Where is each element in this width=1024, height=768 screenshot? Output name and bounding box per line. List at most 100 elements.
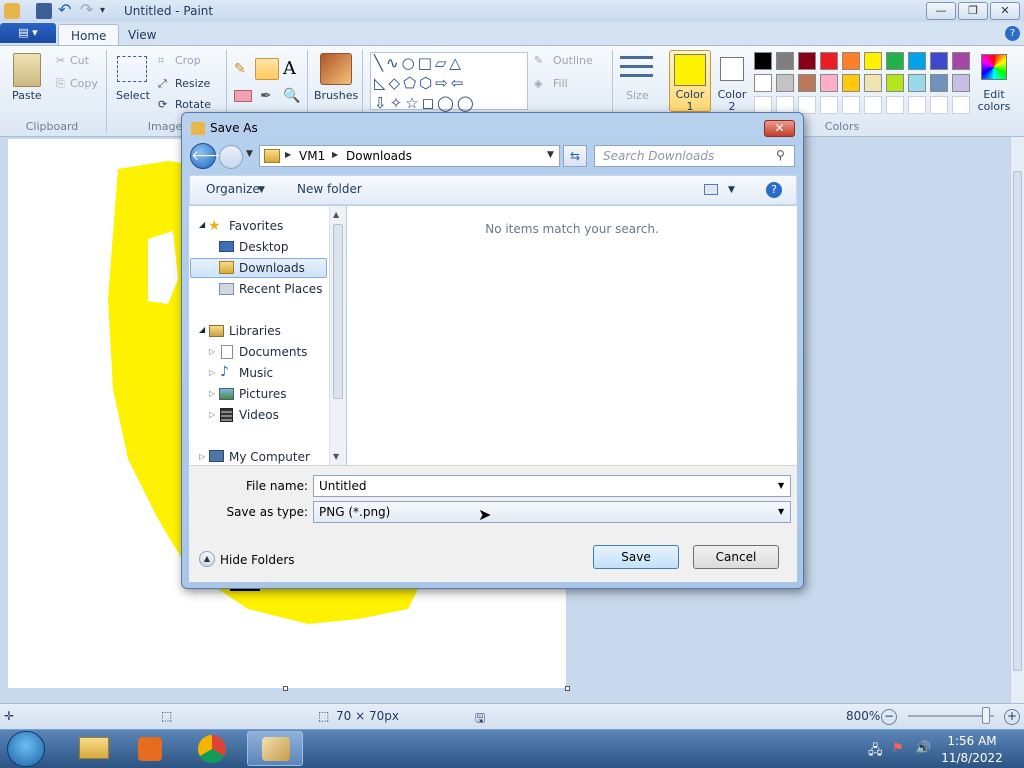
expand-pictures-icon[interactable]: ▷ bbox=[209, 389, 215, 398]
save-button[interactable]: Save bbox=[593, 545, 679, 569]
palette-swatch[interactable] bbox=[908, 52, 926, 70]
text-tool-icon[interactable]: A bbox=[283, 58, 296, 79]
select-button[interactable]: Select bbox=[116, 89, 150, 102]
expand-videos-icon[interactable]: ▷ bbox=[209, 410, 215, 419]
nav-favorites[interactable]: Favorites bbox=[229, 219, 283, 233]
zoom-in-button[interactable]: + bbox=[1004, 709, 1020, 725]
palette-swatch[interactable] bbox=[952, 74, 970, 92]
taskbar-chrome[interactable] bbox=[186, 731, 238, 766]
network-icon[interactable]: 🖧 bbox=[868, 741, 883, 763]
palette-swatch[interactable] bbox=[930, 52, 948, 70]
pencil-icon[interactable]: ✎ bbox=[234, 61, 252, 77]
nav-documents[interactable]: Documents bbox=[239, 345, 307, 359]
save-type-select[interactable]: PNG (*.png) bbox=[313, 501, 791, 523]
forward-button[interactable] bbox=[219, 145, 243, 169]
size-button[interactable]: Size bbox=[626, 89, 649, 102]
breadcrumb-vm1[interactable]: VM1 bbox=[299, 149, 325, 163]
shapes-gallery[interactable]: ╲∿○□▱△ ◺◇⬠⬡⇨⇦ ⇩✧☆◻◯◯ bbox=[370, 52, 528, 112]
select-icon[interactable] bbox=[117, 56, 147, 82]
palette-swatch[interactable] bbox=[820, 52, 838, 70]
minimize-button[interactable]: — bbox=[926, 2, 956, 20]
hide-folders-button[interactable]: Hide Folders bbox=[220, 553, 295, 567]
palette-swatch[interactable] bbox=[798, 96, 816, 114]
nav-pictures[interactable]: Pictures bbox=[239, 387, 287, 401]
cut-button[interactable]: Cut bbox=[70, 54, 89, 67]
nav-videos[interactable]: Videos bbox=[239, 408, 279, 422]
clock-time[interactable]: 1:56 AM bbox=[940, 734, 1004, 748]
taskbar-paint[interactable] bbox=[247, 731, 303, 766]
palette-swatch[interactable] bbox=[908, 96, 926, 114]
search-input[interactable]: Search Downloads bbox=[594, 145, 795, 167]
brushes-button[interactable]: Brushes bbox=[314, 89, 358, 102]
scroll-up-icon[interactable]: ▲ bbox=[333, 210, 339, 219]
expand-favorites-icon[interactable]: ◢ bbox=[199, 220, 205, 229]
resize-handle[interactable] bbox=[283, 686, 288, 691]
palette-swatch[interactable] bbox=[908, 74, 926, 92]
paint-menu-button[interactable]: ▤ ▾ bbox=[0, 23, 56, 43]
palette-swatch[interactable] bbox=[798, 52, 816, 70]
organize-button[interactable]: Organize bbox=[206, 182, 260, 196]
fill-bucket-icon[interactable] bbox=[255, 58, 279, 80]
palette-swatch[interactable] bbox=[820, 74, 838, 92]
navigation-scrollbar[interactable] bbox=[329, 206, 346, 465]
start-button[interactable] bbox=[7, 731, 45, 767]
tab-home[interactable]: Home bbox=[58, 24, 120, 46]
copy-button[interactable]: Copy bbox=[70, 77, 98, 90]
view-dropdown-icon[interactable]: ▼ bbox=[728, 185, 735, 195]
palette-swatch[interactable] bbox=[798, 74, 816, 92]
palette-swatch[interactable] bbox=[842, 52, 860, 70]
nav-desktop[interactable]: Desktop bbox=[239, 240, 289, 254]
file-name-dropdown-icon[interactable]: ▼ bbox=[778, 481, 784, 490]
palette-swatch[interactable] bbox=[754, 74, 772, 92]
taskbar-media-player[interactable] bbox=[124, 731, 176, 766]
fill-button[interactable]: Fill bbox=[553, 77, 568, 90]
palette-swatch[interactable] bbox=[842, 74, 860, 92]
eraser-icon[interactable] bbox=[234, 90, 252, 102]
palette-swatch[interactable] bbox=[776, 52, 794, 70]
vertical-scrollbar[interactable] bbox=[1010, 137, 1024, 703]
cancel-button[interactable]: Cancel bbox=[693, 545, 779, 569]
nav-libraries[interactable]: Libraries bbox=[229, 324, 281, 338]
expand-music-icon[interactable]: ▷ bbox=[209, 368, 215, 377]
new-folder-button[interactable]: New folder bbox=[297, 182, 362, 196]
rotate-button[interactable]: Rotate bbox=[175, 98, 211, 111]
address-dropdown-icon[interactable]: ▼ bbox=[547, 150, 554, 160]
palette-swatch[interactable] bbox=[864, 74, 882, 92]
palette-swatch[interactable] bbox=[886, 96, 904, 114]
expand-documents-icon[interactable]: ▷ bbox=[209, 347, 215, 356]
taskbar-explorer[interactable] bbox=[68, 731, 120, 766]
paste-button[interactable]: Paste bbox=[12, 89, 42, 102]
view-options-icon[interactable] bbox=[704, 184, 718, 195]
close-button[interactable]: ✕ bbox=[990, 2, 1020, 20]
palette-swatch[interactable] bbox=[864, 52, 882, 70]
hide-folders-icon[interactable]: ▲ bbox=[199, 551, 215, 567]
tab-view[interactable]: View bbox=[116, 24, 168, 46]
scroll-down-icon[interactable]: ▼ bbox=[333, 452, 339, 461]
palette-swatch[interactable] bbox=[820, 96, 838, 114]
expand-computer-icon[interactable]: ▷ bbox=[199, 452, 205, 461]
action-center-icon[interactable]: ⚑ bbox=[892, 741, 904, 756]
crop-button[interactable]: Crop bbox=[175, 54, 201, 67]
file-list[interactable] bbox=[347, 206, 797, 465]
color-picker-icon[interactable]: ✒ bbox=[260, 88, 272, 104]
palette-swatch[interactable] bbox=[930, 96, 948, 114]
palette-swatch[interactable] bbox=[886, 74, 904, 92]
nav-my-computer[interactable]: My Computer bbox=[229, 450, 310, 464]
refresh-button[interactable]: ⇆ bbox=[563, 145, 587, 167]
resize-button[interactable]: Resize bbox=[175, 77, 210, 90]
edit-colors-button[interactable]: Edit colors bbox=[976, 89, 1012, 113]
palette-swatch[interactable] bbox=[864, 96, 882, 114]
palette-swatch[interactable] bbox=[952, 96, 970, 114]
zoom-out-button[interactable]: − bbox=[881, 709, 897, 725]
palette-swatch[interactable] bbox=[886, 52, 904, 70]
palette-swatch[interactable] bbox=[842, 96, 860, 114]
palette-swatch[interactable] bbox=[930, 74, 948, 92]
palette-swatch[interactable] bbox=[952, 52, 970, 70]
breadcrumb-downloads[interactable]: Downloads bbox=[346, 149, 412, 163]
nav-recent-places[interactable]: Recent Places bbox=[239, 282, 322, 296]
outline-button[interactable]: Outline bbox=[553, 54, 593, 67]
search-icon[interactable]: ⚲ bbox=[776, 148, 785, 162]
dialog-help-icon[interactable]: ? bbox=[766, 182, 782, 198]
palette-swatch[interactable] bbox=[754, 52, 772, 70]
help-icon[interactable]: ? bbox=[1005, 26, 1020, 41]
